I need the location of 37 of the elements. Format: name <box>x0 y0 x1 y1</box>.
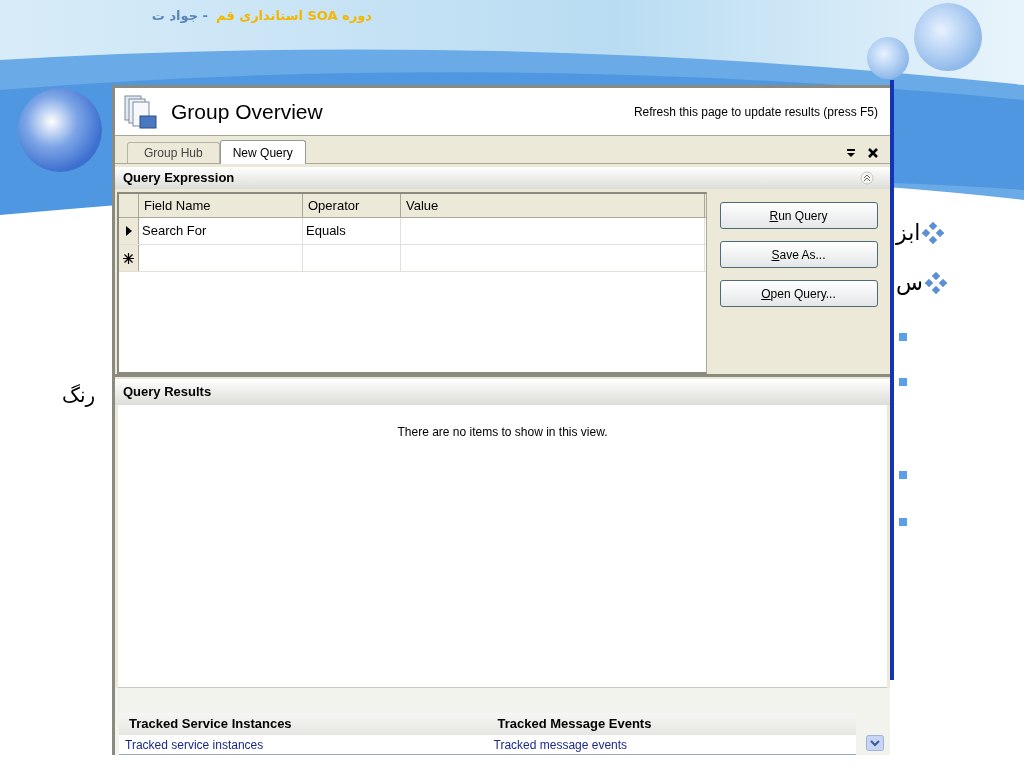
column-heading: Tracked Service Instances <box>128 715 293 734</box>
column-header[interactable]: Value <box>401 194 705 217</box>
window-title: Group Overview <box>171 98 323 125</box>
refresh-hint: Refresh this page to update results (press F5) <box>633 103 878 121</box>
query-button[interactable]: Run Query <box>719 202 878 229</box>
table-cell-text: Equals <box>306 222 346 241</box>
diamond-bullet-icon <box>924 272 947 294</box>
current-row-icon <box>125 226 132 236</box>
square-bullet-icon <box>899 518 907 526</box>
scroll-down-icon[interactable] <box>866 735 884 751</box>
square-bullet-icon <box>899 378 907 386</box>
diamond-bullet-icon <box>922 222 945 244</box>
tracked-link[interactable]: Tracked service instances <box>119 735 488 754</box>
bullet-text: س <box>896 272 923 294</box>
square-bullet-icon <box>899 333 907 341</box>
column-header[interactable]: Field Name <box>139 194 303 217</box>
pages-icon <box>123 93 159 130</box>
close-icon[interactable] <box>868 148 878 158</box>
collapse-icon[interactable] <box>860 171 874 185</box>
column-header[interactable]: Operator <box>303 194 401 217</box>
column-heading: Tracked Message Events <box>496 715 653 734</box>
course-title: دوره SOA استانداری قم <box>216 7 372 25</box>
asterisk-icon <box>123 252 134 264</box>
square-bullet-icon <box>899 471 907 479</box>
section-title: Query Expression <box>123 169 235 188</box>
tab[interactable]: New Query <box>219 140 306 164</box>
table-cell-text: Search For <box>142 222 207 241</box>
side-text: رنگ <box>62 382 96 409</box>
empty-message: There are no items to show in this view. <box>397 424 608 441</box>
dropdown-icon[interactable] <box>846 148 856 158</box>
query-button[interactable]: Save As... <box>719 241 878 268</box>
tab[interactable]: Group Hub <box>127 142 220 163</box>
bullet-text: ابز <box>896 222 921 244</box>
tracked-link[interactable]: Tracked message events <box>487 735 856 754</box>
query-button[interactable]: Open Query... <box>719 280 878 307</box>
section-title: Query Results <box>123 383 212 402</box>
author-name: - جواد ت <box>151 7 208 25</box>
